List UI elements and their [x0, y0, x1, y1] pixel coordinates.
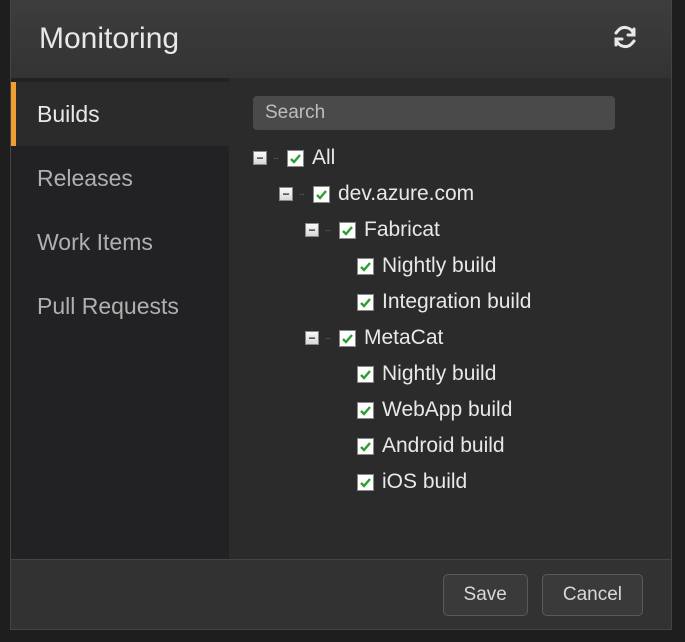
tree-leaf[interactable]: WebApp build	[253, 392, 643, 428]
sidebar-item-pull-requests[interactable]: Pull Requests	[11, 274, 229, 338]
tree-connector: ··	[299, 189, 307, 200]
tree-leaf[interactable]: iOS build	[253, 464, 643, 500]
tree-connector: ··	[325, 225, 333, 236]
tree-node-all[interactable]: − ·· All	[253, 140, 643, 176]
collapse-icon[interactable]: −	[305, 223, 319, 237]
sidebar-item-label: Releases	[37, 165, 133, 192]
sidebar-item-label: Builds	[37, 101, 100, 128]
tree-label: All	[312, 146, 335, 170]
panel-footer: Save Cancel	[11, 559, 671, 629]
collapse-icon[interactable]: −	[305, 331, 319, 345]
checkbox[interactable]	[339, 330, 356, 347]
tree-leaf[interactable]: Nightly build	[253, 248, 643, 284]
search-input[interactable]	[253, 96, 615, 130]
tree-node-metacat[interactable]: − ·· MetaCat	[253, 320, 643, 356]
tree-label: WebApp build	[382, 398, 512, 422]
tree-label: Nightly build	[382, 362, 496, 386]
sidebar-item-releases[interactable]: Releases	[11, 146, 229, 210]
checkbox[interactable]	[313, 186, 330, 203]
tree-leaf[interactable]: Integration build	[253, 284, 643, 320]
tree-label: Integration build	[382, 290, 531, 314]
tree-connector: ··	[273, 153, 281, 164]
tree-leaf[interactable]: Nightly build	[253, 356, 643, 392]
sidebar: Builds Releases Work Items Pull Requests	[11, 78, 229, 559]
tree-label: iOS build	[382, 470, 467, 494]
checkbox[interactable]	[357, 258, 374, 275]
sidebar-item-label: Pull Requests	[37, 293, 179, 320]
panel-body: Builds Releases Work Items Pull Requests…	[11, 78, 671, 559]
sidebar-item-work-items[interactable]: Work Items	[11, 210, 229, 274]
checkbox[interactable]	[357, 402, 374, 419]
tree-label: MetaCat	[364, 326, 443, 350]
tree-node-fabricat[interactable]: − ·· Fabricat	[253, 212, 643, 248]
tree-label: dev.azure.com	[338, 182, 474, 206]
tree-leaf[interactable]: Android build	[253, 428, 643, 464]
collapse-icon[interactable]: −	[279, 187, 293, 201]
refresh-icon[interactable]	[607, 19, 643, 60]
tree-label: Nightly build	[382, 254, 496, 278]
save-button[interactable]: Save	[443, 574, 528, 616]
checkbox[interactable]	[357, 294, 374, 311]
tree-node-dev-azure[interactable]: − ·· dev.azure.com	[253, 176, 643, 212]
tree-connector: ··	[325, 333, 333, 344]
monitoring-panel: Monitoring Builds Releases Work Items Pu…	[10, 0, 672, 630]
sidebar-item-builds[interactable]: Builds	[11, 82, 229, 146]
checkbox[interactable]	[357, 366, 374, 383]
tree-label: Android build	[382, 434, 505, 458]
sidebar-item-label: Work Items	[37, 229, 153, 256]
checkbox[interactable]	[357, 438, 374, 455]
build-tree: − ·· All − ·· dev.azure.com −	[253, 140, 643, 500]
panel-header: Monitoring	[11, 0, 671, 78]
content-area: − ·· All − ·· dev.azure.com −	[229, 78, 671, 559]
checkbox[interactable]	[287, 150, 304, 167]
tree-label: Fabricat	[364, 218, 440, 242]
collapse-icon[interactable]: −	[253, 151, 267, 165]
panel-title: Monitoring	[39, 22, 179, 56]
cancel-button[interactable]: Cancel	[542, 574, 643, 616]
checkbox[interactable]	[357, 474, 374, 491]
checkbox[interactable]	[339, 222, 356, 239]
